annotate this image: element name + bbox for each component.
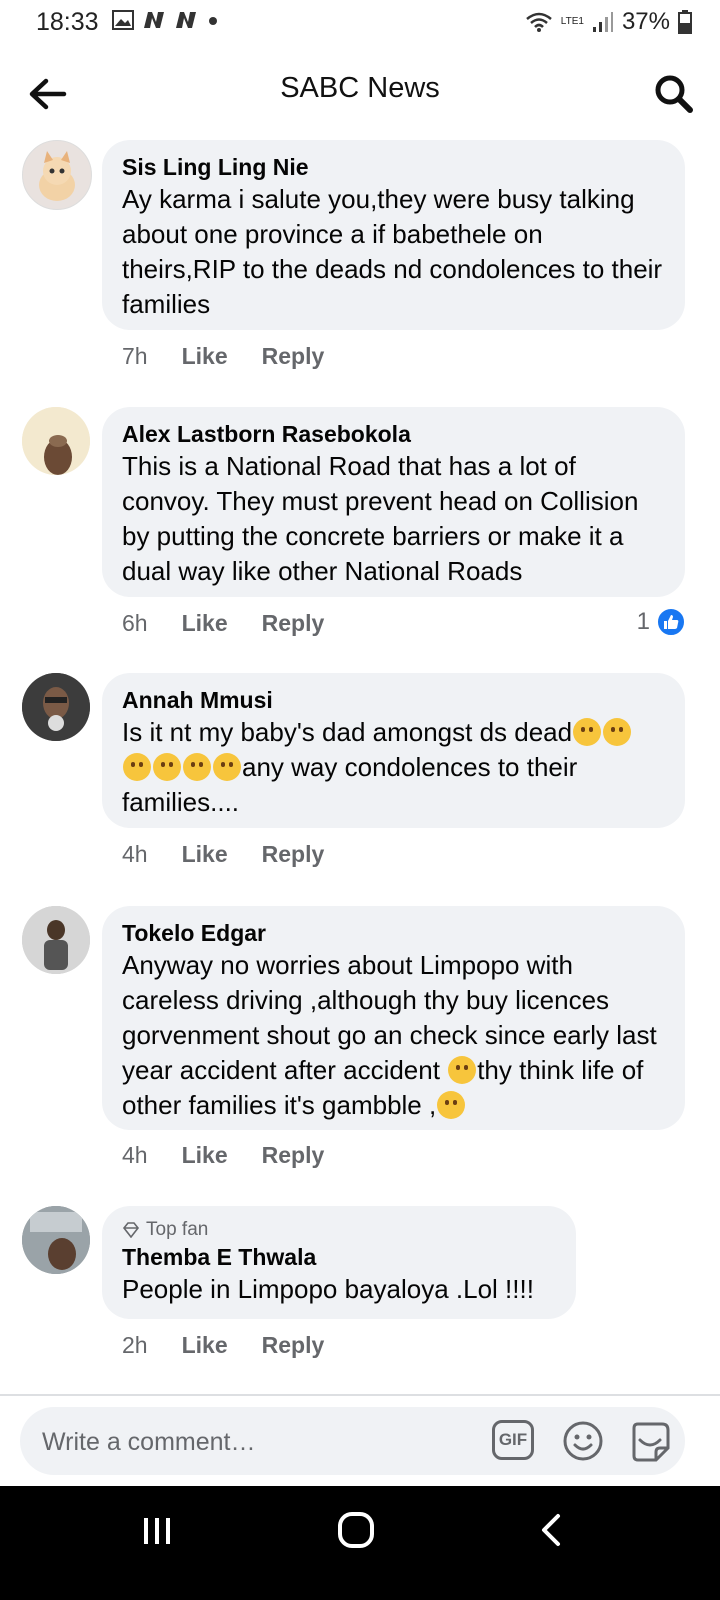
comment-actions: 6h Like Reply [122, 610, 324, 637]
gif-button[interactable]: GIF [492, 1420, 534, 1460]
wifi-icon [525, 12, 552, 32]
diamond-icon [122, 1222, 140, 1238]
comment-text: Anyway no worries about Limpopo with car… [122, 948, 663, 1123]
search-icon[interactable] [650, 70, 698, 118]
comment-time[interactable]: 4h [122, 841, 148, 868]
battery-percent: 37% [621, 8, 670, 35]
status-bar: 18:33 LTE1 37% [0, 0, 720, 46]
comment-time[interactable]: 4h [122, 1142, 148, 1169]
thinking-emoji-icon [123, 753, 151, 781]
news-n-icon [144, 12, 164, 28]
comment-author[interactable]: Themba E Thwala [122, 1242, 554, 1272]
badge-label: Top fan [146, 1219, 209, 1240]
comment-time[interactable]: 2h [122, 1332, 148, 1359]
avatar[interactable] [22, 140, 92, 210]
comment-actions: 4h Like Reply [122, 841, 324, 868]
comment-bubble[interactable]: Alex Lastborn Rasebokola This is a Natio… [102, 407, 685, 597]
dot-icon [209, 17, 217, 25]
reply-button[interactable]: Reply [262, 1142, 325, 1169]
comment-author[interactable]: Sis Ling Ling Nie [122, 152, 663, 182]
like-button[interactable]: Like [182, 343, 228, 370]
status-time: 18:33 [36, 8, 99, 36]
like-reaction-icon [656, 607, 686, 637]
status-right: LTE1 37% [525, 8, 692, 36]
comment-actions: 7h Like Reply [122, 343, 324, 370]
sticker-icon[interactable] [628, 1420, 672, 1464]
network-label: LTE1 [560, 16, 584, 27]
avatar[interactable] [22, 1206, 90, 1274]
reply-button[interactable]: Reply [262, 343, 325, 370]
reaction-summary[interactable]: 1 [637, 607, 686, 637]
comment-actions: 2h Like Reply [122, 1332, 324, 1359]
reply-button[interactable]: Reply [262, 1332, 325, 1359]
reply-button[interactable]: Reply [262, 841, 325, 868]
system-nav-bar [0, 1486, 720, 1600]
avatar[interactable] [22, 906, 90, 974]
comment-text: Ay karma i salute you,they were busy tal… [122, 184, 663, 319]
notification-icons [112, 10, 220, 30]
signal-icon [592, 12, 613, 32]
comment-time[interactable]: 6h [122, 610, 148, 637]
like-button[interactable]: Like [182, 610, 228, 637]
thinking-emoji-icon [573, 718, 602, 746]
comment-author[interactable]: Alex Lastborn Rasebokola [122, 419, 663, 449]
avatar[interactable] [22, 673, 90, 741]
nav-back-icon[interactable] [536, 1510, 568, 1550]
top-fan-badge: Top fan [122, 1218, 554, 1242]
recent-apps-icon[interactable] [142, 1516, 172, 1546]
like-button[interactable]: Like [182, 1332, 228, 1359]
comment-text: Is it nt my baby's dad amongst ds dead a… [122, 715, 663, 820]
comment-composer: GIF [20, 1407, 685, 1475]
person-avatar-image [22, 407, 90, 475]
like-button[interactable]: Like [182, 1142, 228, 1169]
person-avatar-image [22, 1206, 90, 1274]
thinking-emoji-icon [448, 1056, 477, 1084]
home-icon[interactable] [336, 1510, 376, 1550]
comment-text: This is a National Road that has a lot o… [122, 451, 639, 586]
comment-author[interactable]: Annah Mmusi [122, 685, 663, 715]
reaction-count: 1 [636, 608, 650, 635]
page-title: SABC News [280, 72, 440, 104]
kitten-avatar-image [39, 151, 75, 201]
thinking-emoji-icon [603, 718, 632, 746]
eye-roll-emoji-icon [153, 753, 181, 781]
avatar[interactable] [22, 407, 90, 475]
news-n-icon-2 [176, 12, 196, 28]
emoji-icon[interactable] [562, 1420, 604, 1462]
reply-button[interactable]: Reply [262, 610, 325, 637]
comment-actions: 4h Like Reply [122, 1142, 324, 1169]
app-bar: SABC News [0, 50, 720, 132]
comment-bubble[interactable]: Sis Ling Ling Nie Ay karma i salute you,… [102, 140, 685, 330]
eye-roll-emoji-icon [213, 753, 241, 781]
comment-author[interactable]: Tokelo Edgar [122, 918, 663, 948]
comment-text: People in Limpopo bayaloya .Lol !!!! [122, 1274, 534, 1304]
battery-icon [678, 10, 692, 34]
comment-bubble[interactable]: Top fan Themba E Thwala People in Limpop… [102, 1206, 576, 1319]
divider [0, 1394, 720, 1396]
eye-roll-emoji-icon [183, 753, 211, 781]
frowning-emoji-icon [437, 1091, 466, 1119]
comment-bubble[interactable]: Tokelo Edgar Anyway no worries about Lim… [102, 906, 685, 1130]
comment-input[interactable] [40, 1421, 464, 1463]
comment-text-part: Is it nt my baby's dad amongst ds dead [122, 717, 573, 747]
comment-bubble[interactable]: Annah Mmusi Is it nt my baby's dad among… [102, 673, 685, 828]
comment-time[interactable]: 7h [122, 343, 148, 370]
gallery-icon [112, 10, 134, 30]
like-button[interactable]: Like [182, 841, 228, 868]
person-avatar-image [22, 906, 90, 974]
person-avatar-image [22, 673, 90, 741]
